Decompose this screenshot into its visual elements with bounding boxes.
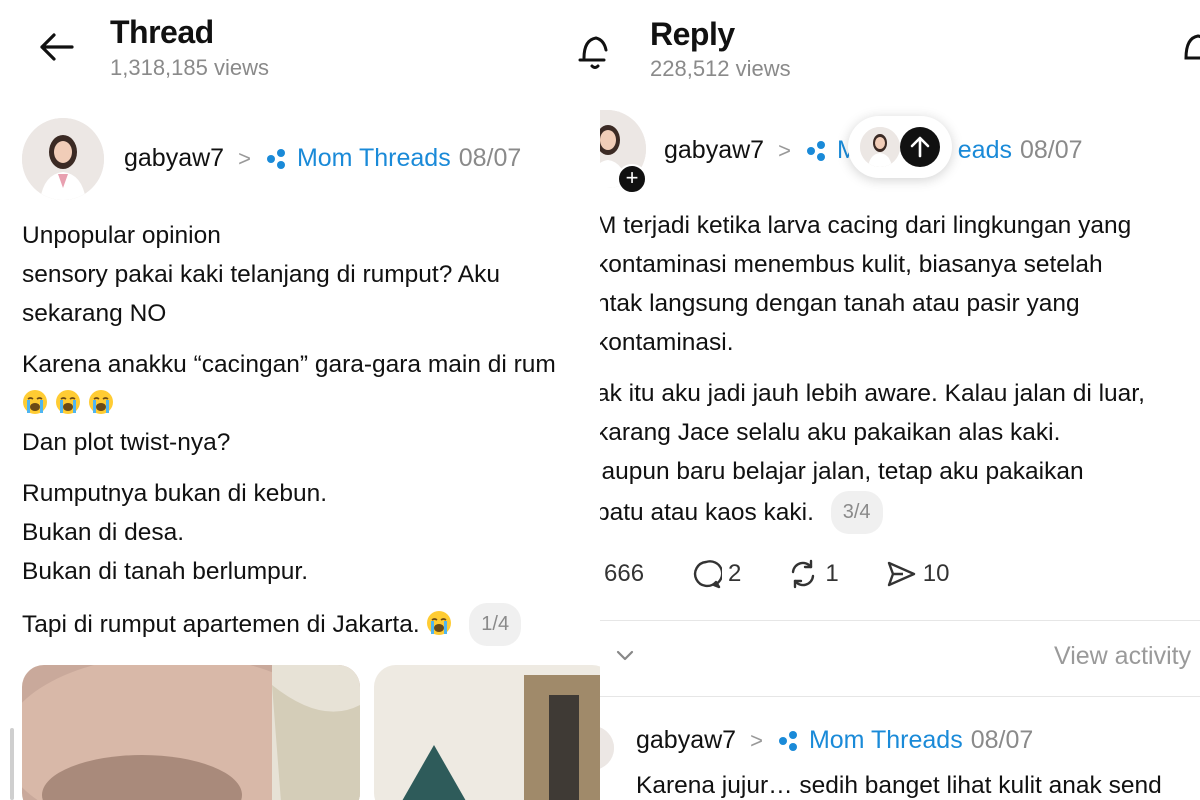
view-count: 1,318,185 views (110, 55, 269, 80)
follow-plus-icon[interactable]: + (617, 164, 647, 194)
scroll-to-top-pill[interactable] (848, 116, 952, 178)
page-indicator: 3/4 (830, 491, 883, 534)
emoji-row (22, 384, 556, 423)
community-link[interactable]: Mom Threads (777, 726, 963, 755)
text-line: kontaminasi menembus kulit, biasanya set… (600, 251, 1103, 278)
back-arrow-icon[interactable] (38, 32, 74, 62)
text-line: Bukan di tanah berlumpur. (22, 558, 309, 585)
text-line: laupun baru belajar jalan, tetap aku pak… (600, 458, 1084, 485)
repost-count: 1 (825, 560, 839, 587)
text-line: sekarang NO (22, 300, 167, 327)
text-line: patu atau kaos kaki. (600, 499, 814, 526)
username[interactable]: gabyaw7 (124, 144, 224, 173)
repost-button[interactable]: 1 (787, 558, 839, 590)
chevron-right-icon: > (238, 145, 251, 171)
chevron-down-icon[interactable] (614, 644, 636, 666)
post-body: Karena jujur… sedih banget lihat kulit a… (636, 766, 1162, 800)
crying-face-emoji (23, 390, 47, 414)
action-bar: 666 2 1 10 (604, 558, 995, 590)
post-date: 08/07 (458, 144, 522, 172)
view-count: 228,512 views (650, 56, 791, 81)
chevron-right-icon: > (750, 727, 763, 753)
like-button[interactable]: 666 (604, 560, 644, 588)
chevron-right-icon: > (778, 137, 791, 163)
text-line: sensory pakai kaki telanjang di rumput? … (22, 261, 501, 288)
community-name-partial: eads (957, 136, 1012, 164)
post-body: Unpopular opinion sensory pakai kaki tel… (22, 216, 556, 646)
text-line-last: patu atau kaos kaki. 3/4 (600, 491, 1145, 534)
text-line: ntak langsung dengan tanah atau pasir ya… (600, 290, 1080, 317)
scrollbar[interactable] (10, 728, 14, 800)
post-image[interactable] (374, 665, 600, 800)
notification-icon[interactable] (1178, 28, 1200, 72)
reply-panel: Reply 228,512 views + gabyaw7 > M eads 0… (600, 0, 1200, 800)
username[interactable]: gabyaw7 (664, 136, 764, 165)
avatar[interactable] (22, 118, 104, 200)
page-indicator: 1/4 (469, 603, 522, 646)
thread-panel: Thread 1,318,185 views gabyaw7 > Mom Thr… (0, 0, 600, 800)
post-body: M terjadi ketika larva cacing dari lingk… (600, 206, 1145, 534)
post-image[interactable] (22, 665, 360, 800)
crying-face-emoji (88, 390, 113, 414)
community-dots-icon (266, 148, 285, 169)
post-meta: gabyaw7 > Mom Threads 08/07 (124, 144, 521, 173)
view-activity-link[interactable]: View activity (1054, 642, 1191, 671)
post-date: 08/07 (1019, 136, 1083, 164)
comment-icon (694, 560, 723, 589)
post-date: 08/07 (970, 726, 1034, 754)
share-button[interactable]: 10 (885, 558, 950, 590)
text-line: Karena jujur… sedih banget lihat kulit a… (636, 772, 1162, 799)
text-line-last: Tapi di rumput apartemen di Jakarta. 1/4 (22, 603, 556, 646)
divider (600, 696, 1200, 697)
send-icon (887, 561, 915, 587)
notification-icon[interactable] (574, 28, 614, 72)
text-line: Bukan di desa. (22, 519, 185, 546)
community-dots-icon (778, 730, 797, 751)
crying-face-emoji (427, 611, 452, 635)
avatar[interactable] (600, 726, 614, 770)
community-name: Mom Threads (808, 726, 963, 754)
crying-face-emoji (55, 390, 80, 414)
text-line: Dan plot twist-nya? (22, 429, 231, 456)
page-title: Thread (110, 14, 214, 50)
username[interactable]: gabyaw7 (636, 726, 736, 755)
comment-button[interactable]: 2 (690, 558, 741, 590)
text-line: M terjadi ketika larva cacing dari lingk… (600, 212, 1132, 239)
community-link[interactable]: Mom Threads (265, 144, 451, 173)
post-meta: gabyaw7 > Mom Threads 08/07 (636, 726, 1033, 755)
text-line: karang Jace selalu aku pakaikan alas kak… (600, 419, 1061, 446)
like-count: 666 (604, 560, 645, 587)
text-line: kontaminasi. (600, 329, 734, 356)
community-name: Mom Threads (296, 144, 451, 172)
comment-count: 2 (728, 560, 742, 587)
text-line: Tapi di rumput apartemen di Jakarta. (22, 611, 420, 638)
text-line: Rumputnya bukan di kebun. (22, 480, 328, 507)
text-line: Unpopular opinion (22, 222, 221, 249)
share-count: 10 (922, 560, 950, 587)
text-line: Karena anakku “cacingan” gara-gara main … (22, 351, 556, 378)
divider (600, 620, 1200, 621)
page-title: Reply (650, 16, 735, 52)
repost-icon (792, 559, 815, 589)
community-dots-icon (806, 140, 825, 161)
avatar (860, 127, 900, 167)
text-line: ak itu aku jadi jauh lebih aware. Kalau … (600, 380, 1145, 407)
arrow-up-icon (900, 127, 940, 167)
